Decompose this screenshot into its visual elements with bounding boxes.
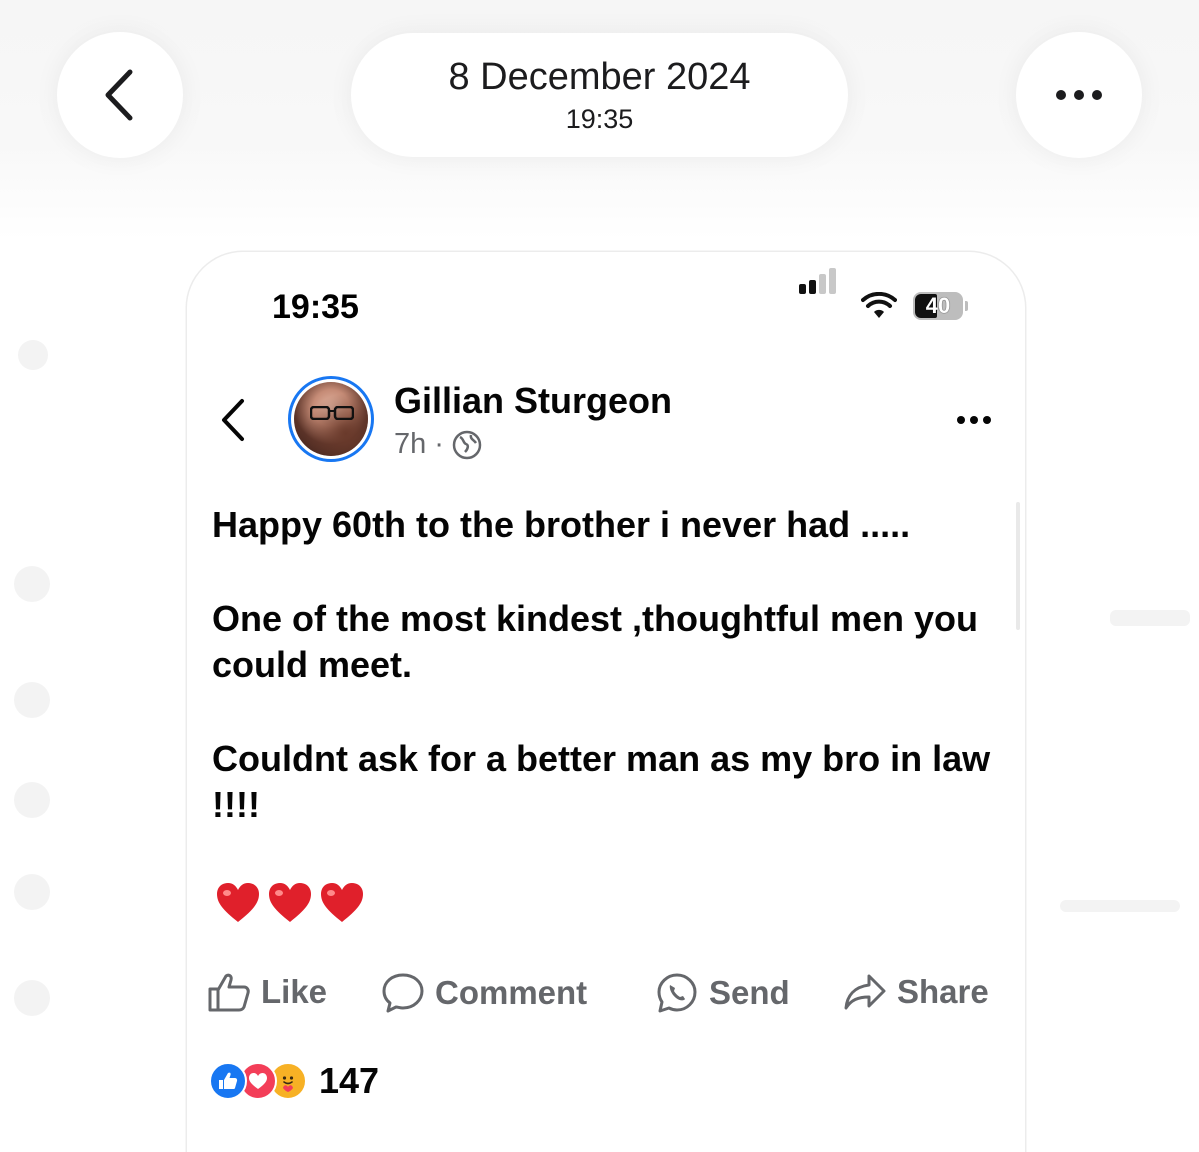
post-body: Happy 60th to the brother i never had ..…	[212, 502, 1002, 876]
send-label: Send	[709, 974, 790, 1011]
reactions-summary[interactable]: 147	[209, 1060, 379, 1102]
comment-button[interactable]: Comment	[381, 972, 587, 1014]
background-blur	[1110, 610, 1190, 626]
thumbs-up-icon	[208, 973, 250, 1012]
post-paragraph: One of the most kindest ,thoughtful men …	[212, 598, 978, 685]
status-bar-time: 19:35	[272, 288, 359, 326]
share-arrow-icon	[844, 974, 886, 1010]
background-blur	[14, 980, 50, 1016]
post-emoji-row	[215, 882, 365, 924]
like-label: Like	[261, 973, 328, 1010]
viewer-more-button[interactable]	[1016, 32, 1142, 158]
share-button[interactable]: Share	[843, 972, 989, 1012]
post-action-bar: Like Comment Send Share	[207, 972, 1007, 1014]
post-age[interactable]: 7h	[394, 428, 426, 461]
background-blur	[14, 682, 50, 718]
ellipsis-icon	[957, 416, 991, 424]
scrollbar[interactable]	[1016, 502, 1020, 630]
send-button[interactable]: Send	[655, 972, 790, 1014]
share-label: Share	[897, 973, 989, 1010]
reaction-count: 147	[319, 1060, 380, 1101]
chevron-left-icon	[105, 69, 133, 121]
post-meta: 7h ·	[394, 428, 482, 461]
background-blur	[1060, 900, 1180, 912]
like-button[interactable]: Like	[207, 972, 327, 1012]
post-author-name[interactable]: Gillian Sturgeon	[394, 380, 672, 422]
avatar-image	[294, 382, 368, 456]
post-options-button[interactable]	[957, 416, 991, 424]
viewer-back-button[interactable]	[57, 32, 183, 158]
photo-date: 8 December 2024	[448, 56, 751, 98]
meta-separator: ·	[434, 428, 444, 460]
post-back-button[interactable]	[220, 398, 246, 447]
heart-emoji-icon	[217, 883, 259, 922]
battery-level: 40	[925, 293, 951, 318]
whatsapp-icon	[657, 973, 697, 1013]
facebook-post-screenshot: 19:35 40 Gillian Sturgeon 7h · Happy 60t…	[187, 252, 1025, 1152]
author-avatar[interactable]	[288, 376, 374, 462]
ellipsis-icon	[1056, 90, 1102, 100]
date-time-pill: 8 December 2024 19:35	[351, 33, 848, 157]
background-blur	[18, 340, 48, 370]
comment-label: Comment	[435, 974, 588, 1011]
heart-emoji-icon	[269, 883, 311, 922]
post-paragraph: Happy 60th to the brother i never had ..…	[212, 504, 911, 545]
glasses-shape	[310, 406, 354, 420]
like-reaction-icon	[209, 1062, 247, 1100]
background-blur	[14, 566, 50, 602]
post-paragraph: Couldnt ask for a better man as my bro i…	[212, 738, 991, 825]
background-blur	[14, 874, 50, 910]
wifi-icon	[861, 292, 897, 318]
comment-bubble-icon	[382, 973, 424, 1013]
background-blur	[14, 782, 50, 818]
heart-emoji-icon	[321, 883, 363, 922]
globe-icon	[452, 430, 482, 459]
chevron-left-icon	[222, 399, 244, 441]
photo-time: 19:35	[565, 104, 634, 134]
battery-icon: 40	[913, 292, 968, 320]
